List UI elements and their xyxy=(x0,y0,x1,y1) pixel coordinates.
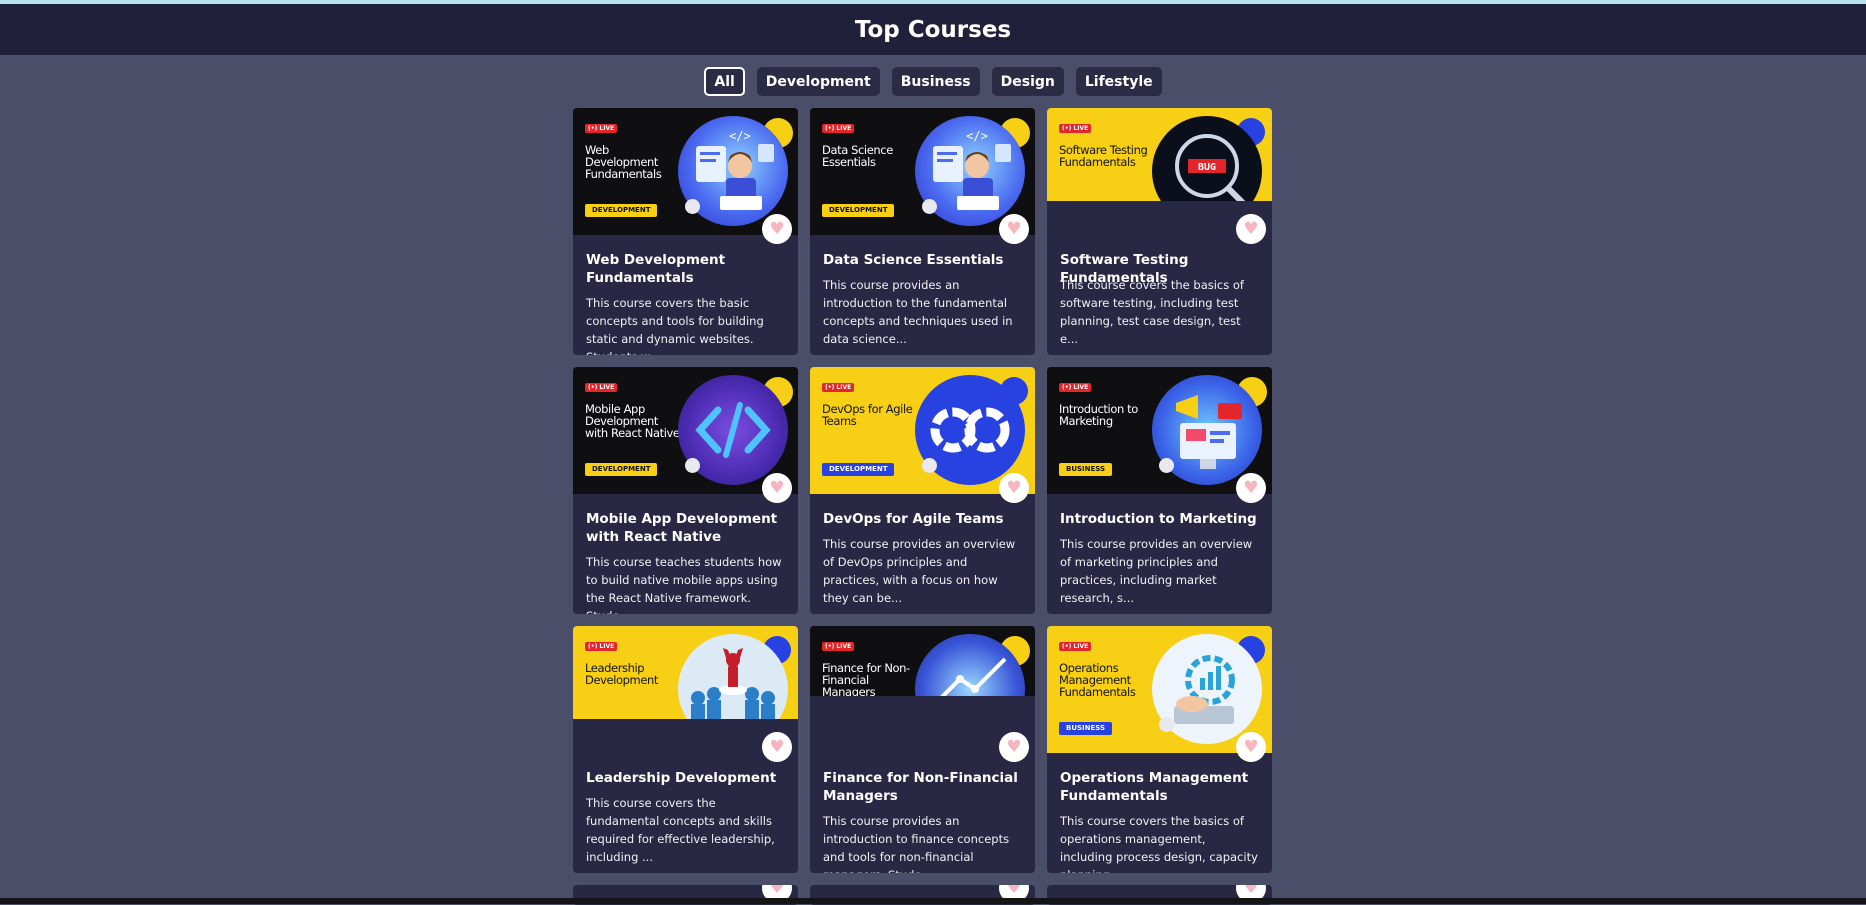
live-badge: (•) LIVE xyxy=(585,642,618,651)
live-badge: (•) LIVE xyxy=(1059,642,1092,651)
thumbnail-title: Leadership Development xyxy=(585,661,659,687)
thumbnail-title: DevOps for Agile Teams xyxy=(822,402,913,428)
filter-design-button[interactable]: Design xyxy=(991,67,1064,96)
decor-dot xyxy=(685,458,700,473)
thumbnail-title: Web Development Fundamentals xyxy=(585,143,662,181)
course-card[interactable]: (•) LIVE Mobile App Development with Rea… xyxy=(573,367,798,614)
thumbnail-title: Operations Management Fundamentals xyxy=(1059,661,1136,699)
heart-icon[interactable]: ♥ xyxy=(999,473,1029,503)
course-title: Leadership Development xyxy=(586,770,777,786)
course-thumbnail: (•) LIVE Finance for Non-Financial Manag… xyxy=(810,626,1035,696)
course-thumbnail: (•) LIVE Web Development Fundamentals DE… xyxy=(573,108,798,235)
course-description: This course provides an overview of DevO… xyxy=(823,537,1016,605)
decor-dot xyxy=(685,199,700,214)
category-tag: DEVELOPMENT xyxy=(822,204,895,217)
live-badge: (•) LIVE xyxy=(585,383,618,392)
thumbnail-title: Data Science Essentials xyxy=(822,143,893,169)
svg-text:BUG: BUG xyxy=(1198,162,1216,173)
course-title: Web Development Fundamentals xyxy=(586,252,726,286)
course-title: DevOps for Agile Teams xyxy=(823,511,1004,527)
course-description: This course teaches students how to buil… xyxy=(586,555,782,614)
course-title: Operations Management Fundamentals xyxy=(1060,770,1249,804)
decor-dot xyxy=(1159,458,1174,473)
course-description: This course covers the basics of operati… xyxy=(1060,814,1258,873)
live-badge: (•) LIVE xyxy=(585,124,618,133)
course-description: This course provides an introduction to … xyxy=(823,814,1010,873)
heart-icon[interactable]: ♥ xyxy=(1236,732,1266,762)
heart-icon[interactable]: ♥ xyxy=(762,473,792,503)
course-thumbnail: (•) LIVE DevOps for Agile Teams DEVELOPM… xyxy=(810,367,1035,494)
filter-development-button[interactable]: Development xyxy=(756,67,880,96)
course-thumbnail: (•) LIVE Leadership Development xyxy=(573,626,798,719)
course-description: This course provides an overview of mark… xyxy=(1060,537,1253,605)
course-thumbnail: (•) LIVE Introduction to Marketing BUSIN… xyxy=(1047,367,1272,494)
decor-dot xyxy=(1159,717,1174,732)
thumbnail-title: Introduction to Marketing xyxy=(1059,402,1138,428)
page-header: Top Courses xyxy=(0,4,1866,55)
course-card[interactable]: (•) LIVE Web Development Fundamentals DE… xyxy=(573,108,798,355)
category-tag: DEVELOPMENT xyxy=(585,463,658,476)
heart-icon[interactable]: ♥ xyxy=(999,732,1029,762)
heart-icon[interactable]: ♥ xyxy=(999,214,1029,244)
heart-icon[interactable]: ♥ xyxy=(762,732,792,762)
thumbnail-title: Mobile App Development with React Native xyxy=(585,402,680,440)
course-thumbnail: (•) LIVE Mobile App Development with Rea… xyxy=(573,367,798,494)
category-tag: BUSINESS xyxy=(1059,463,1113,476)
course-thumbnail: (•) LIVE Software Testing Fundamentals B… xyxy=(1047,108,1272,201)
course-title: Data Science Essentials xyxy=(823,252,1004,268)
course-description: This course provides an introduction to … xyxy=(823,278,1013,346)
page-title: Top Courses xyxy=(854,16,1012,43)
course-description: This course covers the fundamental conce… xyxy=(586,796,775,864)
course-title: Finance for Non-Financial Managers xyxy=(823,770,1018,804)
filter-all-button[interactable]: All xyxy=(704,67,745,96)
thumbnail-title: Software Testing Fundamentals xyxy=(1059,143,1148,169)
category-tag: DEVELOPMENT xyxy=(822,463,895,476)
course-title: Introduction to Marketing xyxy=(1060,511,1257,527)
live-badge: (•) LIVE xyxy=(822,642,855,651)
svg-text:</>: </> xyxy=(729,129,751,143)
course-grid: (•) LIVE Web Development Fundamentals DE… xyxy=(573,108,1272,905)
category-tag: DEVELOPMENT xyxy=(585,204,658,217)
live-badge: (•) LIVE xyxy=(822,383,855,392)
live-badge: (•) LIVE xyxy=(822,124,855,133)
category-filter-bar: All Development Business Design Lifestyl… xyxy=(0,67,1866,96)
heart-icon[interactable]: ♥ xyxy=(762,214,792,244)
horizontal-scrollbar[interactable] xyxy=(0,898,1866,904)
thumbnail-title: Finance for Non-Financial Managers xyxy=(822,661,910,696)
course-card[interactable]: (•) LIVE Software Testing Fundamentals B… xyxy=(1047,108,1272,355)
svg-text:</>: </> xyxy=(966,129,988,143)
filter-business-button[interactable]: Business xyxy=(891,67,980,96)
course-card[interactable]: (•) LIVE DevOps for Agile Teams DEVELOPM… xyxy=(810,367,1035,614)
live-badge: (•) LIVE xyxy=(1059,383,1092,392)
course-thumbnail: (•) LIVE Data Science Essentials DEVELOP… xyxy=(810,108,1035,235)
course-description: This course covers the basics of softwar… xyxy=(1060,278,1244,346)
course-card[interactable]: (•) LIVE Leadership Development ♥ Leader… xyxy=(573,626,798,873)
heart-icon[interactable]: ♥ xyxy=(1236,214,1266,244)
decor-dot xyxy=(922,199,937,214)
course-thumbnail: (•) LIVE Operations Management Fundament… xyxy=(1047,626,1272,753)
course-card[interactable]: (•) LIVE Data Science Essentials DEVELOP… xyxy=(810,108,1035,355)
course-card[interactable]: (•) LIVE Finance for Non-Financial Manag… xyxy=(810,626,1035,873)
category-tag: BUSINESS xyxy=(1059,722,1113,735)
course-card[interactable]: (•) LIVE Operations Management Fundament… xyxy=(1047,626,1272,873)
live-badge: (•) LIVE xyxy=(1059,124,1092,133)
course-card[interactable]: (•) LIVE Introduction to Marketing BUSIN… xyxy=(1047,367,1272,614)
heart-icon[interactable]: ♥ xyxy=(1236,473,1266,503)
course-description: This course covers the basic concepts an… xyxy=(586,296,764,355)
filter-lifestyle-button[interactable]: Lifestyle xyxy=(1075,67,1162,96)
course-title: Mobile App Development with React Native xyxy=(586,511,778,545)
decor-dot xyxy=(922,458,937,473)
